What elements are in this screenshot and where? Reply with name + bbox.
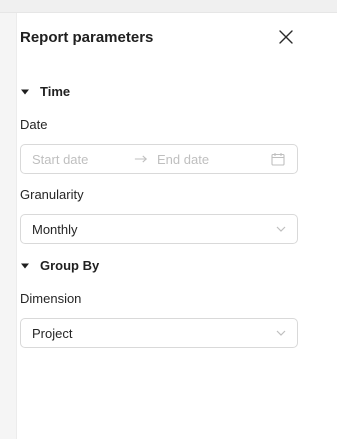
arrow-right-icon [134,154,157,164]
start-date-input[interactable]: Start date [32,152,134,167]
chevron-down-icon [275,327,287,339]
section-time-label: Time [40,84,71,99]
section-group-by-label: Group By [40,258,100,273]
end-date-input[interactable]: End date [157,152,271,167]
dimension-value: Project [32,325,73,341]
chevron-down-icon [275,223,287,235]
granularity-label: Granularity [20,187,84,202]
section-group-by-toggle[interactable]: Group By [20,258,99,273]
close-button[interactable] [277,28,295,46]
calendar-icon[interactable] [271,152,285,166]
panel-header: Report parameters [20,26,295,48]
panel-title: Report parameters [20,28,154,46]
caret-down-icon [20,87,30,97]
close-icon [279,30,293,44]
date-label: Date [20,117,48,132]
dimension-label: Dimension [20,291,82,306]
granularity-select[interactable]: Monthly [20,214,298,244]
dimension-select[interactable]: Project [20,318,298,348]
granularity-value: Monthly [32,221,78,237]
date-range-picker[interactable]: Start date End date [20,144,298,174]
section-time-toggle[interactable]: Time [20,84,70,99]
caret-down-icon [20,261,30,271]
top-bar [0,0,337,13]
